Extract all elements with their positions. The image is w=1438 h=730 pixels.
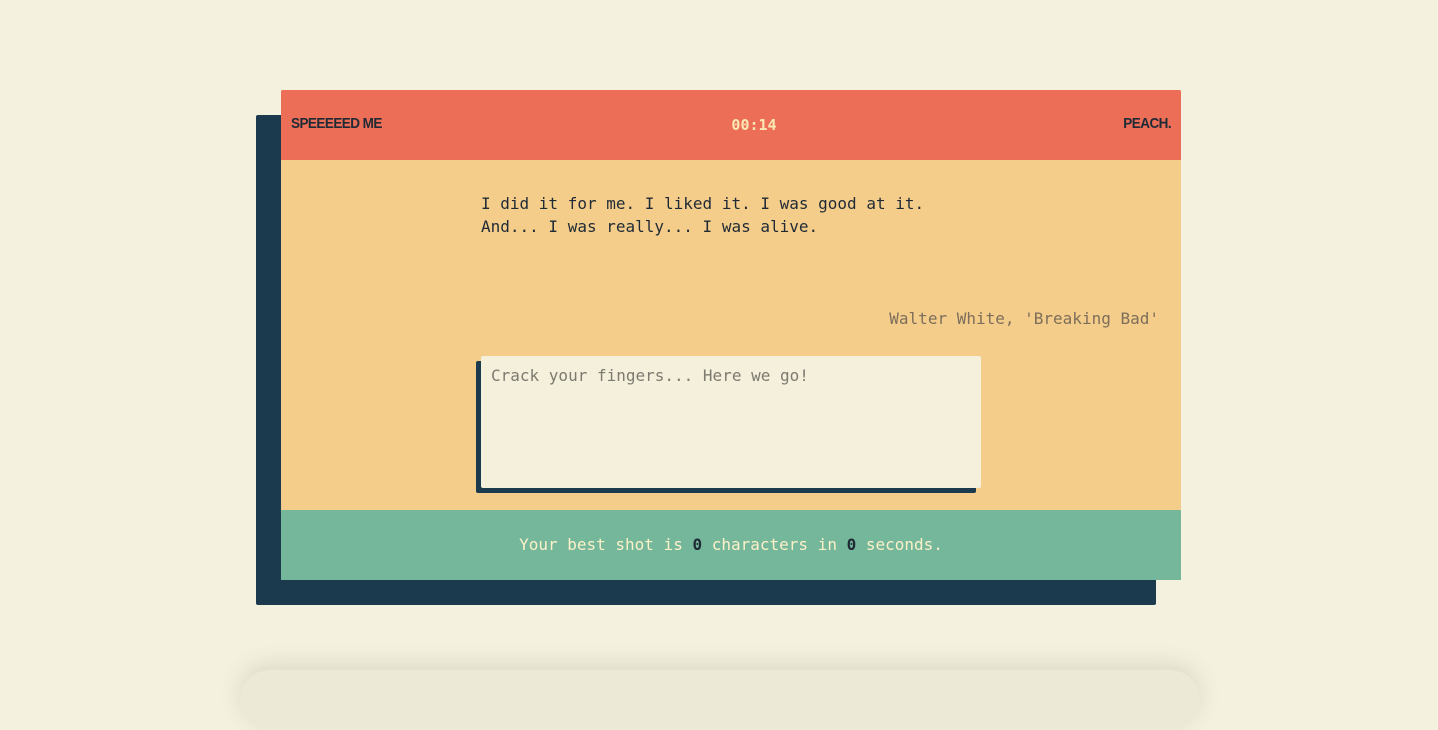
quote-text: I did it for me. I liked it. I was good … <box>481 192 1081 238</box>
timer: 00:14 <box>731 116 777 134</box>
typing-input[interactable] <box>481 356 981 488</box>
best-score-prefix: Your best shot is <box>519 535 693 554</box>
best-score: Your best shot is 0 characters in 0 seco… <box>281 535 1181 554</box>
footer-bar: Your best shot is 0 characters in 0 seco… <box>281 510 1181 580</box>
typing-card: SPEEEEED ME 00:14 PEACH. I did it for me… <box>281 90 1181 580</box>
author-signature: PEACH. <box>1123 115 1171 132</box>
quote-attribution: Walter White, 'Breaking Bad' <box>889 309 1159 328</box>
quote-line: And... I was really... I was alive. <box>481 217 819 236</box>
quote-line: I did it for me. I liked it. I was good … <box>481 194 925 213</box>
best-score-middle: characters in <box>702 535 847 554</box>
best-characters-count: 0 <box>692 535 703 554</box>
header-bar: SPEEEEED ME 00:14 PEACH. <box>281 90 1181 160</box>
best-seconds-count: 0 <box>846 535 857 554</box>
page-bottom-shadow <box>240 670 1200 730</box>
best-score-suffix: seconds. <box>856 535 943 554</box>
